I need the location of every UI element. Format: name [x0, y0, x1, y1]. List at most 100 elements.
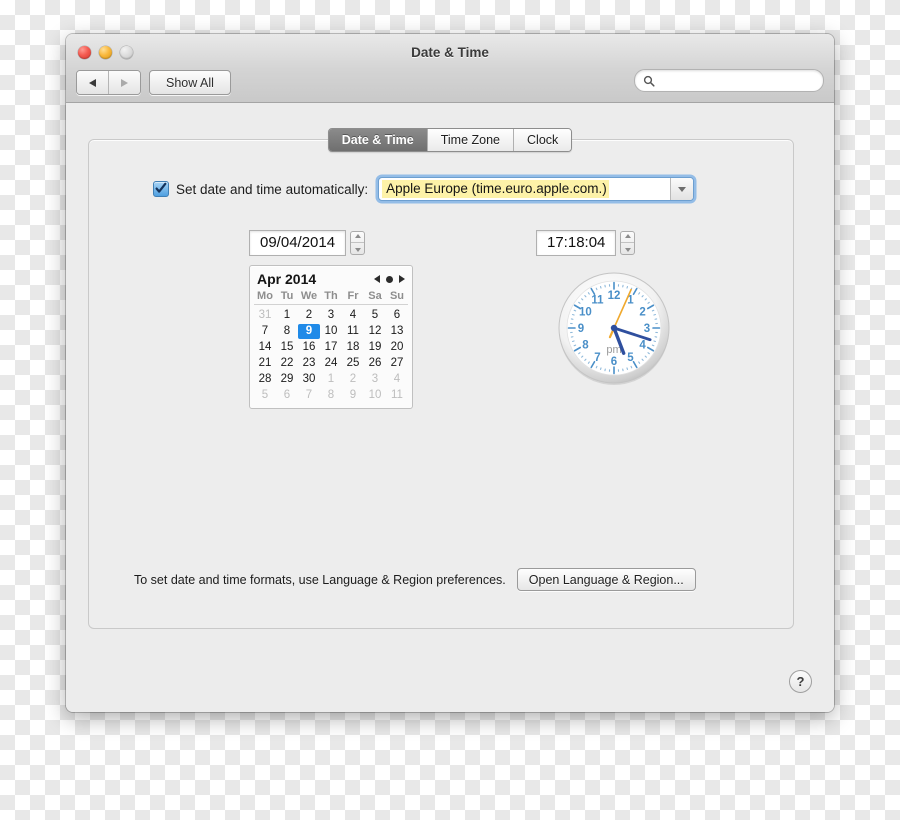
calendar-day-grid: 31 1 2 3 4 5 6 7 8 9 10 11 12 13 14 15 16 17 18 19 20 21 22 23 2…	[254, 308, 408, 403]
help-label: ?	[796, 674, 805, 689]
time-section: 17:18:04 12 1 2 3 4 5 6 7 8 9 10 11 pm	[514, 230, 714, 388]
search-icon	[643, 75, 655, 87]
calendar-day-cell[interactable]: 24	[320, 356, 342, 371]
back-button[interactable]	[77, 71, 108, 94]
calendar-day-cell[interactable]: 22	[276, 356, 298, 371]
tab-date-and-time[interactable]: Date & Time	[328, 129, 427, 151]
time-server-dropdown-button[interactable]	[670, 178, 694, 200]
time-server-value: Apple Europe (time.euro.apple.com.)	[382, 180, 609, 198]
time-field-row: 17:18:04	[536, 230, 714, 256]
stepper-down-icon[interactable]	[354, 247, 361, 252]
date-input[interactable]: 09/04/2014	[249, 230, 347, 256]
date-stepper[interactable]	[350, 231, 366, 255]
tab-clock[interactable]: Clock	[513, 129, 572, 151]
format-note-row: To set date and time formats, use Langua…	[134, 568, 696, 591]
calendar-month-label: Apr 2014	[257, 271, 317, 287]
calendar-day-cell[interactable]: 3	[320, 308, 342, 323]
time-input[interactable]: 17:18:04	[536, 230, 617, 256]
calendar-day-cell[interactable]: 8	[276, 324, 298, 339]
clock-numeral: 3	[644, 323, 650, 335]
clock-numeral: 6	[611, 356, 617, 368]
calendar-day-cell[interactable]: 21	[254, 356, 276, 371]
window-titlebar: Date & Time Show All	[66, 34, 834, 103]
clock-numeral: 2	[639, 307, 645, 319]
open-language-region-button[interactable]: Open Language & Region...	[516, 568, 696, 591]
calendar-day-cell[interactable]: 7	[254, 324, 276, 339]
calendar-today-dot-icon[interactable]	[386, 275, 393, 283]
clock-numeral: 4	[639, 340, 646, 352]
calendar-day-cell[interactable]: 25	[342, 356, 364, 371]
tab-clock-label: Clock	[527, 133, 559, 147]
weekday-label: Su	[389, 290, 405, 302]
preferences-panel: Set date and time automatically: Apple E…	[88, 139, 794, 629]
clock-numeral: 9	[578, 323, 584, 335]
calendar-day-cell[interactable]: 28	[254, 372, 276, 387]
calendar-day-cell[interactable]: 9	[342, 388, 364, 403]
set-automatically-checkbox[interactable]	[153, 181, 169, 197]
calendar-widget: Apr 2014 Mo Tu We Th Fr Sa Su 31 1 2 3 4…	[249, 265, 413, 409]
calendar-day-cell[interactable]: 16	[298, 340, 320, 355]
calendar-day-cell[interactable]: 23	[298, 356, 320, 371]
calendar-nav	[374, 275, 405, 283]
tab-date-and-time-label: Date & Time	[341, 133, 414, 147]
set-automatically-row: Set date and time automatically: Apple E…	[153, 177, 695, 201]
calendar-day-cell[interactable]: 19	[364, 340, 386, 355]
stepper-up-icon[interactable]	[624, 234, 631, 239]
calendar-day-cell[interactable]: 15	[276, 340, 298, 355]
calendar-day-cell[interactable]: 8	[320, 388, 342, 403]
calendar-day-cell[interactable]: 26	[364, 356, 386, 371]
calendar-day-cell[interactable]: 11	[342, 324, 364, 339]
clock-numeral: 7	[594, 352, 600, 364]
calendar-day-cell[interactable]: 10	[364, 388, 386, 403]
calendar-day-cell[interactable]: 29	[276, 372, 298, 387]
weekday-label: Sa	[368, 290, 382, 302]
calendar-day-cell[interactable]: 31	[254, 308, 276, 323]
chevron-down-icon	[678, 186, 687, 192]
calendar-day-cell[interactable]: 1	[276, 308, 298, 323]
calendar-day-cell[interactable]: 20	[386, 340, 408, 355]
calendar-day-cell[interactable]: 11	[386, 388, 408, 403]
time-server-combobox[interactable]: Apple Europe (time.euro.apple.com.)	[378, 177, 695, 201]
tab-time-zone-label: Time Zone	[440, 133, 501, 147]
calendar-day-cell[interactable]: 3	[364, 372, 386, 387]
calendar-next-icon[interactable]	[399, 275, 405, 283]
calendar-day-cell[interactable]: 2	[298, 308, 320, 323]
calendar-day-cell[interactable]: 4	[342, 308, 364, 323]
search-field[interactable]	[634, 69, 824, 92]
calendar-prev-icon[interactable]	[374, 275, 380, 283]
tab-strip: Date & Time Time Zone Clock	[66, 128, 834, 152]
calendar-day-cell[interactable]: 6	[386, 308, 408, 323]
open-language-region-label: Open Language & Region...	[528, 572, 684, 587]
calendar-day-cell[interactable]: 14	[254, 340, 276, 355]
calendar-day-cell[interactable]: 12	[364, 324, 386, 339]
calendar-day-cell[interactable]: 27	[386, 356, 408, 371]
calendar-day-cell[interactable]: 30	[298, 372, 320, 387]
tab-time-zone[interactable]: Time Zone	[426, 129, 514, 151]
calendar-day-cell[interactable]: 13	[386, 324, 408, 339]
tab-group: Date & Time Time Zone Clock	[327, 128, 573, 152]
calendar-day-cell[interactable]: 18	[342, 340, 364, 355]
clock-numeral: 10	[579, 307, 592, 319]
calendar-header: Apr 2014	[254, 270, 408, 290]
stepper-divider	[351, 242, 365, 244]
calendar-day-cell[interactable]: 9	[298, 324, 320, 339]
calendar-day-cell[interactable]: 17	[320, 340, 342, 355]
calendar-day-cell[interactable]: 5	[364, 308, 386, 323]
weekday-label: Fr	[347, 290, 359, 302]
calendar-day-cell[interactable]: 6	[276, 388, 298, 403]
time-stepper[interactable]	[620, 231, 636, 255]
show-all-label: Show All	[166, 75, 214, 90]
forward-button[interactable]	[108, 71, 140, 94]
show-all-button[interactable]: Show All	[149, 70, 231, 95]
calendar-day-cell[interactable]: 10	[320, 324, 342, 339]
search-input[interactable]	[660, 72, 809, 89]
help-button[interactable]: ?	[789, 670, 812, 693]
calendar-day-cell[interactable]: 4	[386, 372, 408, 387]
stepper-down-icon[interactable]	[624, 247, 631, 252]
calendar-day-cell[interactable]: 5	[254, 388, 276, 403]
calendar-day-cell[interactable]: 2	[342, 372, 364, 387]
calendar-day-cell[interactable]: 1	[320, 372, 342, 387]
date-and-time-window: Date & Time Show All Date & Time Time Zo…	[66, 34, 834, 712]
stepper-up-icon[interactable]	[354, 234, 361, 239]
calendar-day-cell[interactable]: 7	[298, 388, 320, 403]
